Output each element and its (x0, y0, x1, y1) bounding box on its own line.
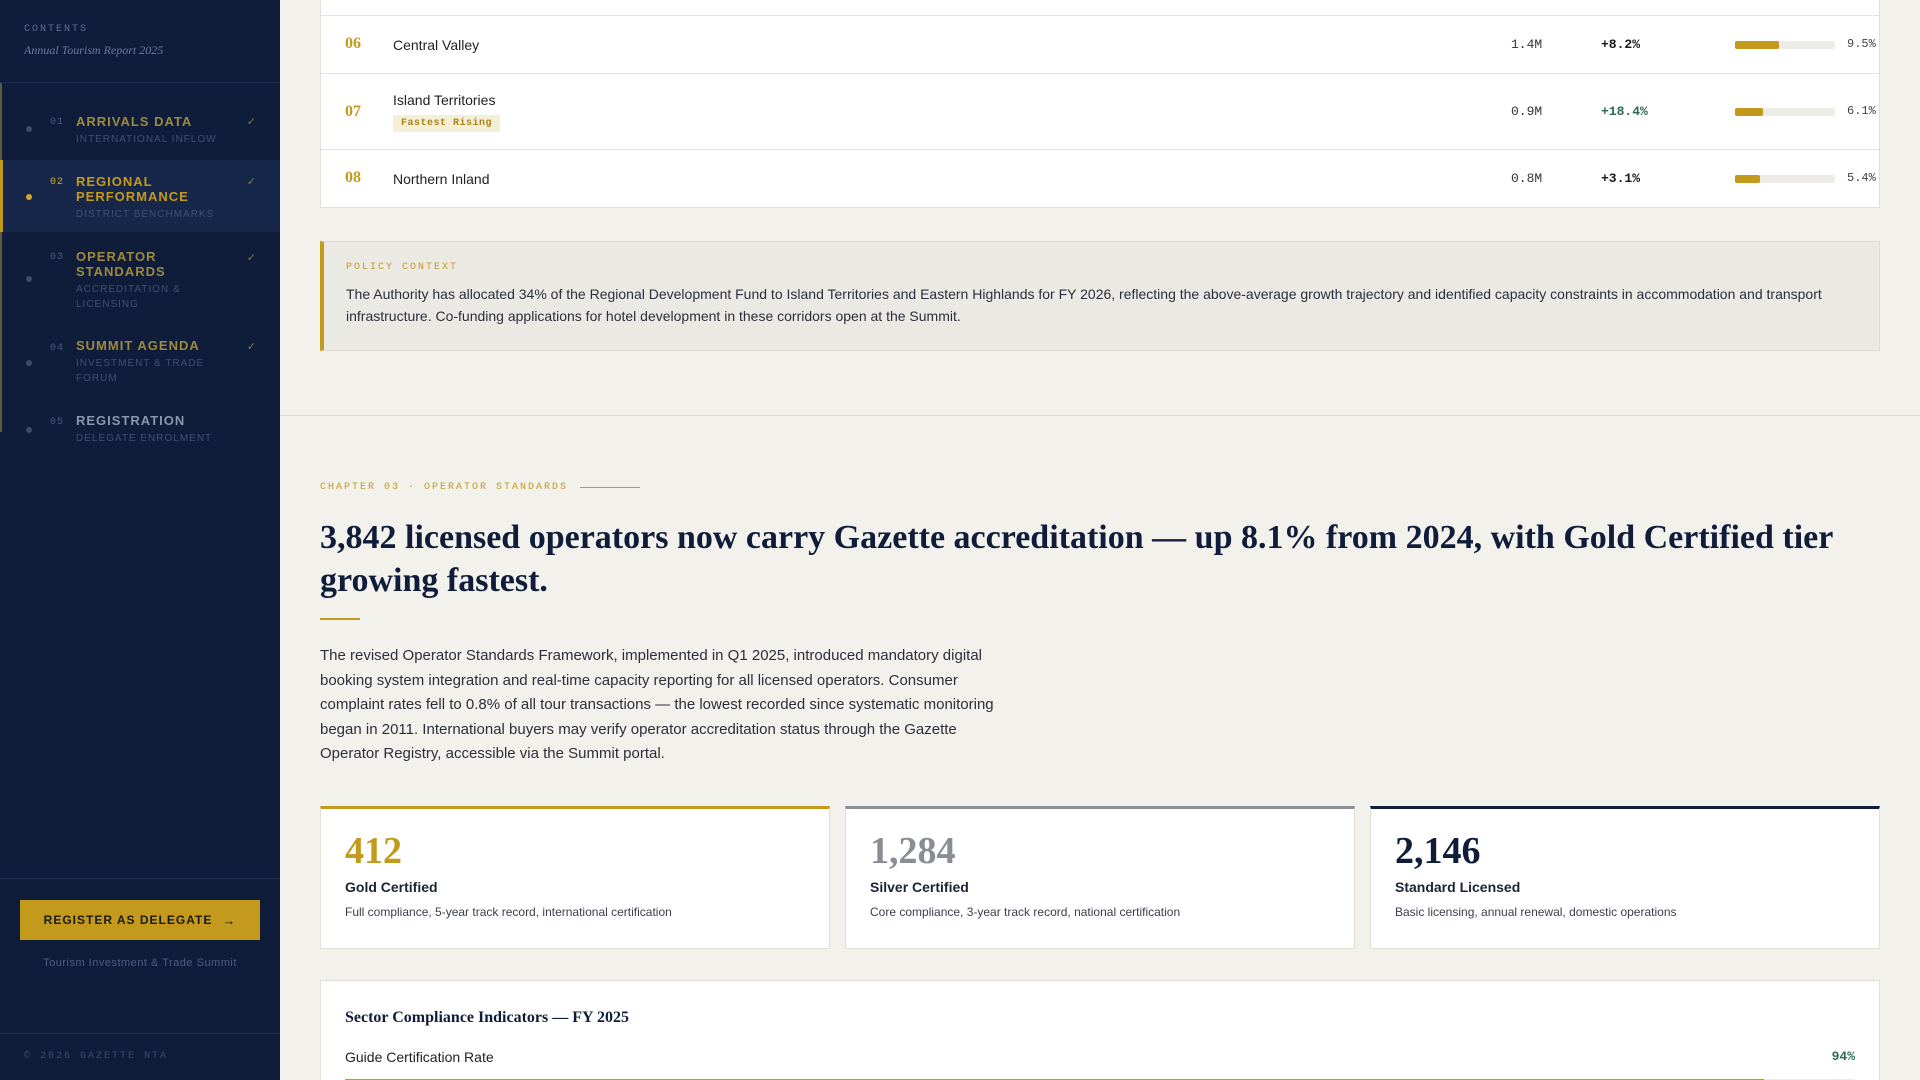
section-title: OPERATOR STANDARDS (76, 249, 166, 279)
rank-number: 06 (345, 35, 361, 52)
regional-table: 06 Central Valley 1.4M +8.2% 9.5% 07 Isl… (320, 0, 1880, 208)
bullet-dot-icon (26, 126, 32, 132)
bullet-dot-icon (26, 276, 32, 282)
sidebar-item-summit-agenda[interactable]: 04 SUMMIT AGENDA INVESTMENT & TRADE FORU… (0, 326, 280, 388)
section-subtitle: INVESTMENT & TRADE FORUM (76, 358, 205, 384)
stat-title: Silver Certified (870, 879, 969, 895)
stat-description: Core compliance, 3-year track record, na… (870, 905, 1181, 919)
stat-card-silver: 1,284 Silver Certified Core compliance, … (845, 806, 1355, 949)
checkmark-icon: ✓ (246, 176, 256, 188)
section-number: 02 (50, 177, 65, 188)
stat-card-standard: 2,146 Standard Licensed Basic licensing,… (1370, 806, 1880, 949)
footer-divider (0, 1033, 280, 1034)
sidebar-header: CONTENTS Annual Tourism Report 2025 (0, 0, 280, 83)
stat-title: Gold Certified (345, 879, 438, 895)
summit-label: Tourism Investment & Trade Summit (43, 957, 237, 969)
rank-number: 07 (345, 103, 361, 120)
fastest-rising-badge: Fastest Rising (393, 115, 501, 132)
chapter-headline: 3,842 licensed operators now carry Gazet… (320, 519, 1833, 599)
table-row: 07 Island Territories Fastest Rising 0.9… (321, 73, 1879, 149)
stat-description: Full compliance, 5-year track record, in… (345, 905, 672, 919)
section-subtitle: DELEGATE ENROLMENT (76, 433, 213, 444)
rank-number: 08 (345, 169, 361, 186)
region-name: Island Territories (393, 92, 496, 108)
sidebar-footer: REGISTER AS DELEGATE → Tourism Investmen… (0, 878, 280, 1033)
checkmark-icon: ✓ (246, 252, 256, 264)
section-number: 03 (50, 252, 65, 263)
stat-value: 1,284 (870, 830, 956, 872)
chapter-rule (580, 487, 641, 488)
arrivals-value: 0.9M (1511, 104, 1543, 119)
share-bar-fill (1735, 175, 1760, 183)
compliance-title: Sector Compliance Indicators — FY 2025 (345, 1009, 629, 1026)
sidebar: CONTENTS Annual Tourism Report 2025 01 A… (0, 0, 280, 1080)
register-button-label: REGISTER AS DELEGATE (43, 913, 213, 927)
chapter-label-text: CHAPTER 03 · OPERATOR STANDARDS (320, 482, 569, 493)
policy-label: POLICY CONTEXT (346, 262, 459, 273)
section-number: 04 (50, 343, 65, 354)
compliance-indicators: Sector Compliance Indicators — FY 2025 G… (320, 980, 1880, 1080)
bullet-dot-icon (26, 427, 32, 433)
headline-rule (320, 618, 360, 620)
main-content: 06 Central Valley 1.4M +8.2% 9.5% 07 Isl… (280, 0, 1920, 1080)
stat-title: Standard Licensed (1395, 879, 1521, 895)
growth-value: +18.4% (1601, 104, 1648, 119)
copyright: © 2026 GAZETTE NTA (24, 1051, 169, 1062)
arrivals-value: 1.4M (1511, 37, 1543, 52)
sidebar-item-arrivals-data[interactable]: 01 ARRIVALS DATA INTERNATIONAL INFLOW ✓ (0, 108, 280, 156)
section-number: 01 (50, 117, 65, 128)
report-title: Annual Tourism Report 2025 (24, 43, 164, 57)
arrivals-value: 0.8M (1511, 171, 1543, 186)
sidebar-item-operator-standards[interactable]: 03 OPERATOR STANDARDS ACCREDITATION & LI… (0, 236, 280, 312)
bullet-dot-icon (26, 360, 32, 366)
region-name: Central Valley (393, 37, 480, 53)
section-divider (280, 415, 1920, 416)
stat-value: 2,146 (1395, 830, 1481, 872)
bullet-dot-icon (26, 194, 32, 200)
share-value: 6.1% (1847, 104, 1876, 118)
arrow-right-icon: → (222, 912, 237, 928)
sidebar-item-registration[interactable]: 05 REGISTRATION DELEGATE ENROLMENT (0, 404, 280, 454)
share-bar-fill (1735, 41, 1779, 49)
table-row: 08 Northern Inland 0.8M +3.1% 5.4% (321, 149, 1879, 207)
section-number: 05 (50, 417, 65, 428)
policy-context-callout: POLICY CONTEXT The Authority has allocat… (320, 241, 1880, 351)
share-bar-fill (1735, 108, 1764, 116)
contents-label: CONTENTS (24, 24, 89, 35)
checkmark-icon: ✓ (246, 341, 256, 353)
region-name: Northern Inland (393, 171, 490, 187)
sidebar-item-regional-performance[interactable]: 02 REGIONAL PERFORMANCE DISTRICT BENCHMA… (0, 160, 280, 232)
section-subtitle: ACCREDITATION & LICENSING (76, 284, 181, 310)
section-title: ARRIVALS DATA (76, 114, 193, 129)
checkmark-icon: ✓ (246, 116, 256, 128)
chapter-label: CHAPTER 03 · OPERATOR STANDARDS (320, 482, 641, 493)
growth-value: +8.2% (1601, 37, 1641, 52)
policy-text: The Authority has allocated 34% of the R… (346, 286, 1822, 324)
section-title: REGISTRATION (76, 413, 186, 428)
compliance-row: Guide Certification Rate 94% (345, 1049, 1855, 1080)
compliance-label: Guide Certification Rate (345, 1049, 494, 1065)
stat-description: Basic licensing, annual renewal, domesti… (1395, 905, 1677, 919)
share-bar (1735, 108, 1835, 116)
growth-value: +3.1% (1601, 171, 1641, 186)
stat-value: 412 (345, 830, 402, 872)
section-subtitle: DISTRICT BENCHMARKS (76, 209, 215, 220)
register-delegate-button[interactable]: REGISTER AS DELEGATE → (20, 900, 260, 940)
stat-card-gold: 412 Gold Certified Full compliance, 5-ye… (320, 806, 830, 949)
share-value: 5.4% (1847, 171, 1876, 185)
section-subtitle: INTERNATIONAL INFLOW (76, 134, 217, 145)
share-value: 9.5% (1847, 37, 1876, 51)
share-bar (1735, 175, 1835, 183)
table-row: 06 Central Valley 1.4M +8.2% 9.5% (321, 15, 1879, 72)
chapter-body: The revised Operator Standards Framework… (320, 647, 994, 762)
compliance-value: 94% (1831, 1049, 1855, 1064)
share-bar (1735, 41, 1835, 49)
section-title: SUMMIT AGENDA (76, 338, 200, 353)
section-title: REGIONAL PERFORMANCE (76, 174, 189, 204)
